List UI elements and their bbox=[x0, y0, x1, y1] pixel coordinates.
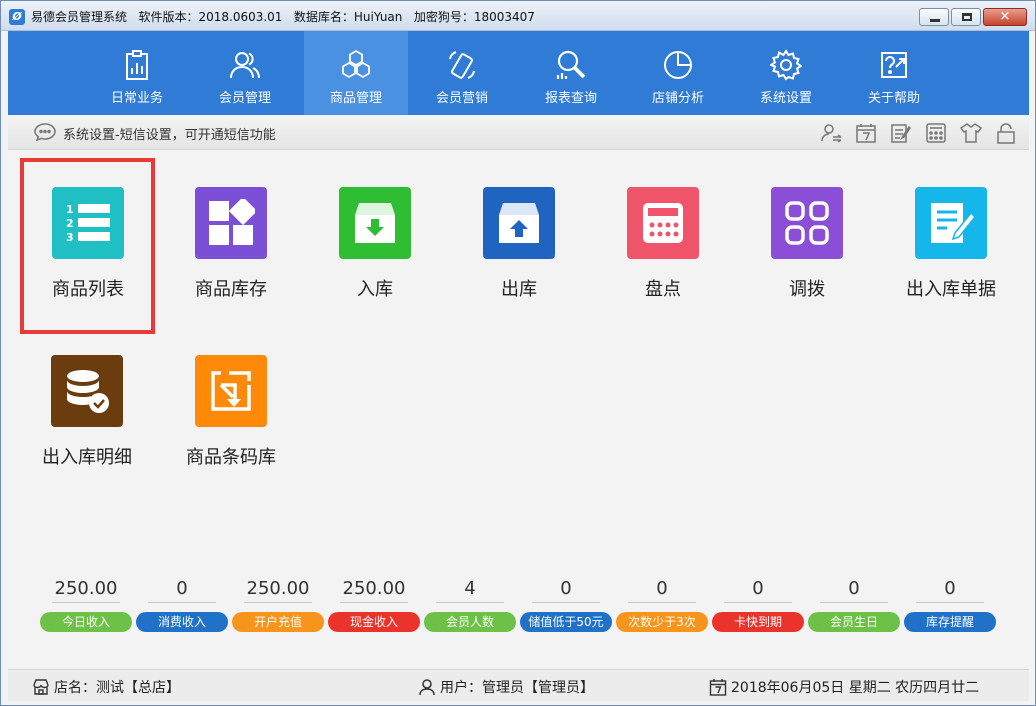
nav-member-management[interactable]: 会员管理 bbox=[193, 31, 297, 115]
window-title: 易德会员管理系统 软件版本：2018.0603.01 数据库名：HuiYuan … bbox=[31, 10, 535, 24]
users-icon bbox=[230, 52, 260, 79]
minimize-icon bbox=[930, 19, 940, 22]
status-bar: 店名：测试【总店】 用户：管理员【管理员】 2018年06月05日 星期二 农历… bbox=[8, 669, 1029, 701]
shirt-icon[interactable] bbox=[960, 122, 982, 144]
lock-icon[interactable] bbox=[995, 122, 1017, 144]
maximize-icon bbox=[962, 13, 972, 21]
nav-about-help[interactable]: 关于帮助 bbox=[842, 31, 946, 115]
stat-low-balance[interactable]: 0 储值低于50元 bbox=[520, 575, 612, 632]
module-product-stock[interactable]: 商品库存 bbox=[163, 177, 299, 327]
main-nav: 日常业务 会员管理 商品管理 会员营销 报表查询 店铺分析 系统设置 关于帮助 bbox=[8, 31, 1029, 115]
search-chart-icon bbox=[556, 50, 586, 79]
nav-report-query[interactable]: 报表查询 bbox=[519, 31, 623, 115]
inbox-in-icon bbox=[355, 203, 395, 243]
calendar-icon[interactable] bbox=[855, 122, 877, 144]
pie-chart-icon bbox=[664, 51, 692, 79]
chat-bubble-icon bbox=[34, 123, 56, 141]
stat-cash-income[interactable]: 250.00 现金收入 bbox=[328, 575, 420, 632]
stat-card-expiring[interactable]: 0 卡快到期 bbox=[712, 575, 804, 632]
nav-store-analysis[interactable]: 店铺分析 bbox=[626, 31, 730, 115]
calendar-icon bbox=[709, 679, 727, 696]
stat-consumption-income[interactable]: 0 消费收入 bbox=[136, 575, 228, 632]
close-button[interactable]: ✕ bbox=[983, 8, 1027, 26]
module-stock-out[interactable]: 出库 bbox=[451, 177, 587, 327]
info-bar: 系统设置-短信设置，可开通短信功能 bbox=[8, 115, 1029, 150]
title-bar: Ø 易德会员管理系统 软件版本：2018.0603.01 数据库名：HuiYua… bbox=[1, 1, 1035, 31]
stat-today-income[interactable]: 250.00 今日收入 bbox=[40, 575, 132, 632]
calculator-icon[interactable] bbox=[925, 122, 947, 144]
store-icon bbox=[33, 679, 49, 695]
selection-highlight bbox=[20, 158, 155, 334]
apps-icon bbox=[785, 201, 829, 245]
nav-system-settings[interactable]: 系统设置 bbox=[734, 31, 838, 115]
calculator-icon bbox=[643, 203, 683, 243]
close-icon: ✕ bbox=[999, 9, 1011, 25]
module-stock-in[interactable]: 入库 bbox=[307, 177, 443, 327]
gear-icon bbox=[770, 49, 802, 81]
nav-daily-business[interactable]: 日常业务 bbox=[85, 31, 189, 115]
module-stock-details[interactable]: 出入库明细 bbox=[19, 345, 155, 495]
minimize-button[interactable] bbox=[919, 8, 949, 26]
stat-stock-alert[interactable]: 0 库存提醒 bbox=[904, 575, 996, 632]
maximize-button[interactable] bbox=[951, 8, 981, 26]
module-transfer[interactable]: 调拨 bbox=[739, 177, 875, 327]
phone-icon bbox=[449, 51, 475, 79]
database-check-icon bbox=[67, 370, 109, 413]
cubes-icon bbox=[342, 49, 370, 79]
clipboard-chart-icon bbox=[126, 50, 148, 80]
current-date: 2018年06月05日 星期二 农历四月廿二 bbox=[731, 680, 980, 696]
module-inventory-count[interactable]: 盘点 bbox=[595, 177, 731, 327]
help-icon bbox=[881, 52, 907, 78]
document-edit-icon bbox=[931, 203, 975, 243]
module-barcode-library[interactable]: 商品条码库 bbox=[163, 345, 299, 495]
nav-member-marketing[interactable]: 会员营销 bbox=[410, 31, 514, 115]
barcode-import-icon bbox=[211, 371, 251, 411]
stat-member-count[interactable]: 4 会员人数 bbox=[424, 575, 516, 632]
app-logo-icon: Ø bbox=[9, 9, 25, 25]
sms-tip-link[interactable]: 系统设置-短信设置，可开通短信功能 bbox=[63, 124, 276, 143]
shop-name: 店名：测试【总店】 bbox=[54, 680, 180, 696]
user-switch-icon[interactable] bbox=[820, 122, 842, 144]
stat-member-birthday[interactable]: 0 会员生日 bbox=[808, 575, 900, 632]
blocks-icon bbox=[209, 199, 255, 245]
notes-icon[interactable] bbox=[890, 122, 912, 144]
nav-product-management[interactable]: 商品管理 bbox=[304, 31, 408, 115]
inbox-out-icon bbox=[499, 203, 539, 243]
current-user: 用户：管理员【管理员】 bbox=[440, 680, 594, 696]
stat-low-times[interactable]: 0 次数少于3次 bbox=[616, 575, 708, 632]
app-window: Ø 易德会员管理系统 软件版本：2018.0603.01 数据库名：HuiYua… bbox=[0, 0, 1036, 706]
module-stock-documents[interactable]: 出入库单据 bbox=[883, 177, 1019, 327]
user-icon bbox=[419, 679, 435, 696]
stat-account-recharge[interactable]: 250.00 开户充值 bbox=[232, 575, 324, 632]
